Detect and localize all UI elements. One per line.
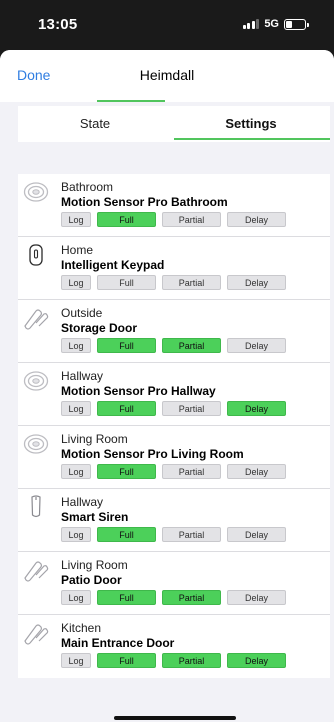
mode-partial-toggle[interactable]: Partial: [162, 275, 221, 290]
signal-icon: [242, 19, 260, 29]
mode-full-toggle[interactable]: Full: [97, 653, 156, 668]
mode-log-toggle[interactable]: Log: [61, 464, 91, 479]
mode-full-toggle[interactable]: Full: [97, 527, 156, 542]
door-sensor-icon: [22, 557, 50, 583]
mode-full-toggle[interactable]: Full: [97, 590, 156, 605]
device-room: Outside: [61, 306, 103, 320]
mode-toggle-group: Log Full Partial Delay: [61, 338, 286, 353]
device-name: Motion Sensor Pro Living Room: [61, 447, 244, 461]
motion-sensor-icon: [22, 368, 50, 394]
mode-partial-toggle[interactable]: Partial: [162, 401, 221, 416]
mode-toggle-group: Log Full Partial Delay: [61, 401, 286, 416]
device-name: Main Entrance Door: [61, 636, 175, 650]
mode-toggle-group: Log Full Partial Delay: [61, 653, 286, 668]
status-indicators: 5G: [242, 18, 309, 30]
device-name: Intelligent Keypad: [61, 258, 165, 272]
status-bar: 13:05 5G: [0, 0, 334, 44]
mode-partial-toggle[interactable]: Partial: [162, 590, 221, 605]
segmented-tabs: State Settings: [18, 106, 330, 142]
mode-delay-toggle[interactable]: Delay: [227, 590, 286, 605]
device-name: Motion Sensor Pro Bathroom: [61, 195, 228, 209]
mode-full-toggle[interactable]: Full: [97, 212, 156, 227]
active-tab-indicator: [174, 138, 330, 140]
device-row: Home Intelligent Keypad Log Full Partial Dela…: [18, 237, 330, 300]
mode-full-toggle[interactable]: Full: [97, 401, 156, 416]
mode-log-toggle[interactable]: Log: [61, 401, 91, 416]
device-name: Storage Door: [61, 321, 138, 335]
device-row: Bathroom Motion Sensor Pro Bathroom Log Ful…: [18, 174, 330, 237]
mode-full-toggle[interactable]: Full: [97, 464, 156, 479]
door-sensor-icon: [22, 620, 50, 646]
mode-partial-toggle[interactable]: Partial: [162, 464, 221, 479]
device-room: Kitchen: [61, 621, 102, 635]
device-row: Living Room Patio Door Log Full Partial Delay: [18, 552, 330, 615]
device-row: Hallway Motion Sensor Pro Hallway Log Full P…: [18, 363, 330, 426]
device-room: Bathroom: [61, 180, 114, 194]
device-row: Outside Storage Door Log Full Partial Delay: [18, 300, 330, 363]
mode-log-toggle[interactable]: Log: [61, 212, 91, 227]
device-room: Home: [61, 243, 94, 257]
door-sensor-icon: [22, 305, 50, 331]
device-room: Living Room: [61, 558, 128, 572]
mode-delay-toggle[interactable]: Delay: [227, 212, 286, 227]
mode-log-toggle[interactable]: Log: [61, 338, 91, 353]
mode-toggle-group: Log Full Partial Delay: [61, 590, 286, 605]
mode-toggle-group: Log Full Partial Delay: [61, 464, 286, 479]
mode-partial-toggle[interactable]: Partial: [162, 653, 221, 668]
motion-sensor-icon: [22, 179, 50, 205]
device-row: Living Room Motion Sensor Pro Living Room…: [18, 426, 330, 489]
mode-delay-toggle[interactable]: Delay: [227, 653, 286, 668]
mode-log-toggle[interactable]: Log: [61, 275, 91, 290]
navigation-bar: Done Heimdall: [0, 50, 334, 102]
mode-full-toggle[interactable]: Full: [97, 275, 156, 290]
mode-delay-toggle[interactable]: Delay: [227, 527, 286, 542]
device-name: Motion Sensor Pro Hallway: [61, 384, 216, 398]
mode-toggle-group: Log Full Partial Delay: [61, 527, 286, 542]
page-title: Heimdall: [139, 67, 195, 83]
device-name: Smart Siren: [61, 510, 129, 524]
siren-icon: [22, 494, 50, 520]
mode-toggle-group: Log Full Partial Delay: [61, 275, 286, 290]
settings-sheet: Done Heimdall State Settings Bathroom Mot…: [0, 50, 334, 722]
device-room: Hallway: [61, 369, 104, 383]
tab-settings[interactable]: Settings: [172, 106, 330, 142]
home-indicator: [114, 716, 236, 720]
mode-partial-toggle[interactable]: Partial: [162, 212, 221, 227]
mode-log-toggle[interactable]: Log: [61, 653, 91, 668]
title-underline: [97, 100, 165, 102]
mode-partial-toggle[interactable]: Partial: [162, 527, 221, 542]
motion-sensor-icon: [22, 431, 50, 457]
mode-full-toggle[interactable]: Full: [97, 338, 156, 353]
device-room: Living Room: [61, 432, 128, 446]
device-list: Bathroom Motion Sensor Pro Bathroom Log Ful…: [18, 174, 330, 678]
network-label: 5G: [264, 18, 279, 30]
keypad-icon: [22, 242, 50, 268]
mode-partial-toggle[interactable]: Partial: [162, 338, 221, 353]
device-row: Hallway Smart Siren Log Full Partial Delay: [18, 489, 330, 552]
mode-toggle-group: Log Full Partial Delay: [61, 212, 286, 227]
mode-log-toggle[interactable]: Log: [61, 590, 91, 605]
mode-delay-toggle[interactable]: Delay: [227, 338, 286, 353]
tab-state[interactable]: State: [18, 106, 172, 142]
mode-delay-toggle[interactable]: Delay: [227, 275, 286, 290]
mode-delay-toggle[interactable]: Delay: [227, 401, 286, 416]
battery-icon: [284, 18, 309, 30]
device-row: Kitchen Main Entrance Door Log Full Partial D…: [18, 615, 330, 678]
device-room: Hallway: [61, 495, 104, 509]
status-time: 13:05: [38, 16, 78, 33]
mode-delay-toggle[interactable]: Delay: [227, 464, 286, 479]
device-name: Patio Door: [61, 573, 122, 587]
mode-log-toggle[interactable]: Log: [61, 527, 91, 542]
